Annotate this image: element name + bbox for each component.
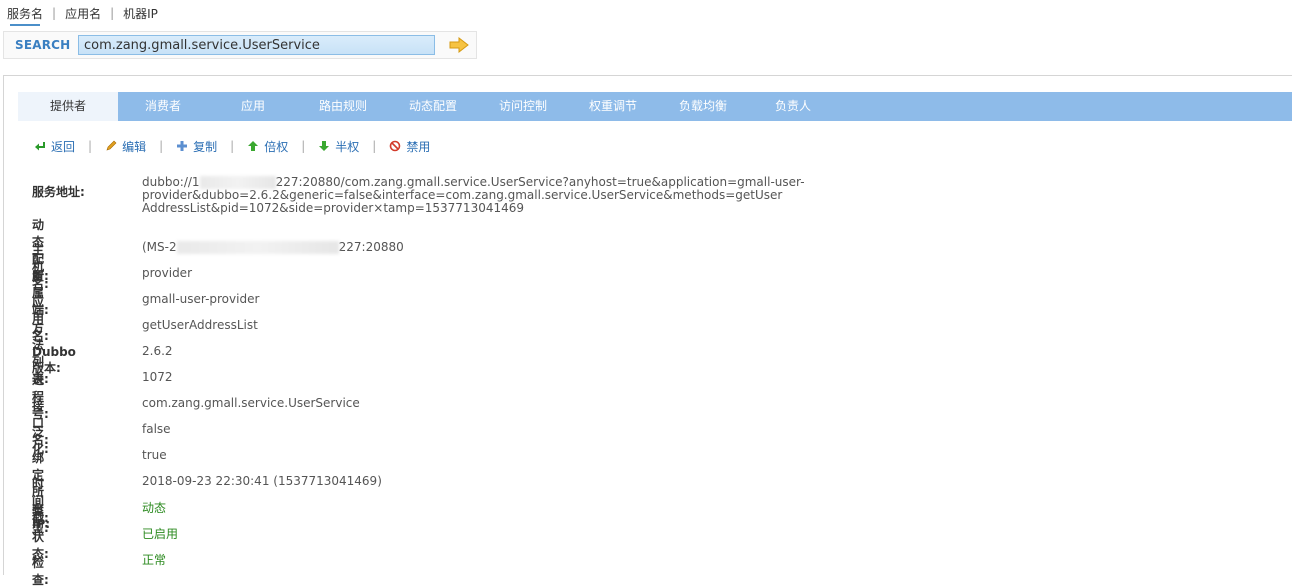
search-type-application[interactable]: 应用名 <box>65 5 101 22</box>
separator: | <box>372 139 377 153</box>
separator: | <box>230 139 235 153</box>
tab-applications[interactable]: 应用 <box>208 92 298 121</box>
action-bar: 返回 | 编辑 | 复制 | 倍权 | 半权 | 禁用 <box>34 138 430 154</box>
pid-value: 1072 <box>142 370 173 384</box>
type-value: 动态 <box>142 501 167 515</box>
tab-weight[interactable]: 权重调节 <box>568 92 658 121</box>
host-suffix: 227:20880 <box>338 240 404 254</box>
pencil-icon <box>106 140 117 151</box>
separator: | <box>301 139 306 153</box>
edit-label: 编辑 <box>122 139 147 154</box>
search-type-ip[interactable]: 机器IP <box>123 5 158 22</box>
disable-button[interactable]: 禁用 <box>389 138 430 155</box>
tab-providers[interactable]: 提供者 <box>18 92 118 121</box>
return-icon <box>35 142 45 151</box>
plus-icon <box>177 141 188 151</box>
disable-label: 禁用 <box>406 139 431 154</box>
ban-icon <box>390 140 401 152</box>
generic-value: false <box>142 422 171 436</box>
edit-button[interactable]: 编辑 <box>105 138 146 155</box>
half-weight-button[interactable]: 半权 <box>318 138 359 155</box>
arrow-down-icon <box>319 141 330 151</box>
copy-button[interactable]: 复制 <box>176 138 217 155</box>
tab-access-control[interactable]: 访问控制 <box>478 92 568 121</box>
address-line2: AddressList&pid=1072&side=provider×tamp=… <box>142 201 525 215</box>
separator: | <box>52 6 57 20</box>
arrow-up-icon <box>248 141 259 151</box>
search-type-service[interactable]: 服务名 <box>7 5 43 26</box>
separator: | <box>88 139 93 153</box>
tab-consumers[interactable]: 消费者 <box>118 92 208 121</box>
redacted-ip <box>199 176 276 189</box>
address-label: 服务地址: <box>32 185 85 199</box>
return-label: 返回 <box>51 139 76 154</box>
search-input[interactable] <box>78 35 435 55</box>
host-prefix: (MS-2 <box>142 240 177 254</box>
arrow-right-icon[interactable] <box>449 37 469 53</box>
tab-owners[interactable]: 负责人 <box>748 92 838 121</box>
separator: | <box>159 139 164 153</box>
tab-load-balance[interactable]: 负载均衡 <box>658 92 748 121</box>
tab-routes[interactable]: 路由规则 <box>298 92 388 121</box>
status-value: 已启用 <box>142 527 179 541</box>
check-label: 检查: <box>32 556 49 587</box>
double-weight-label: 倍权 <box>264 139 289 154</box>
search-box: SEARCH <box>3 31 477 59</box>
address-prefix: dubbo://1 <box>142 175 200 189</box>
double-weight-button[interactable]: 倍权 <box>247 138 288 155</box>
search-label: SEARCH <box>15 38 71 52</box>
interface-value: com.zang.gmall.service.UserService <box>142 396 360 410</box>
timestamp-value: 2018-09-23 22:30:41 (1537713041469) <box>142 474 382 488</box>
tab-dynamic-config[interactable]: 动态配置 <box>388 92 478 121</box>
search-type-links: 服务名 | 应用名 | 机器IP <box>7 4 158 26</box>
return-button[interactable]: 返回 <box>34 138 75 155</box>
tab-bar: 提供者 消费者 应用 路由规则 动态配置 访问控制 权重调节 负载均衡 负责人 <box>18 92 1292 121</box>
check-value: 正常 <box>142 553 167 567</box>
half-weight-label: 半权 <box>335 139 360 154</box>
copy-label: 复制 <box>193 139 218 154</box>
methods-value: getUserAddressList <box>142 318 258 332</box>
dubbo-version-value: 2.6.2 <box>142 344 173 358</box>
anyhost-value: true <box>142 448 167 462</box>
separator: | <box>110 6 115 20</box>
redacted-host <box>176 241 339 254</box>
address-value: dubbo://1 227:20880/com.zang.gmall.servic… <box>142 176 1282 215</box>
host-value: (MS-2 227:20880 <box>142 241 404 254</box>
side-value: provider <box>142 266 192 280</box>
application-value: gmall-user-provider <box>142 292 260 306</box>
